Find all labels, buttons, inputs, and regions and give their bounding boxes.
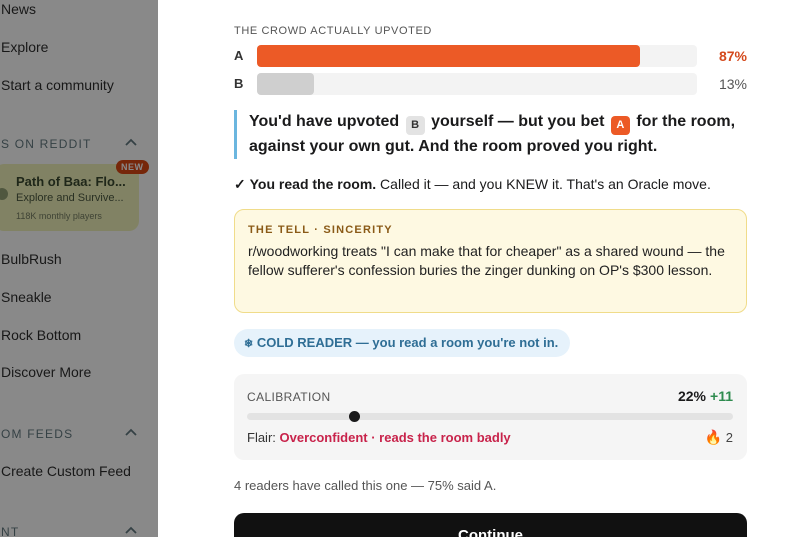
quote-text: You'd have upvoted — [249, 113, 400, 130]
cold-reader-badge: ❄ COLD READER — you read a room you're n… — [234, 329, 571, 357]
vote-bar-track — [257, 73, 697, 95]
option-letter: A — [234, 48, 244, 63]
continue-button[interactable]: Continue — [234, 513, 747, 537]
verdict-text: Called it — and you KNEW it. That's an O… — [376, 176, 711, 192]
flair-value: Overconfident · reads the room badly — [279, 430, 511, 445]
quote-text: yourself — but you bet — [431, 113, 605, 130]
cold-reader-text: COLD READER — you read a room you're not… — [256, 335, 559, 350]
crowd-label: THE CROWD ACTUALLY UPVOTED — [234, 25, 432, 37]
calibration-marker — [348, 411, 360, 422]
calibration-percent: 22% — [677, 388, 707, 404]
flair-prefix: Flair: — [247, 430, 280, 445]
flair-line: Flair: Overconfident · reads the room ba… — [247, 430, 511, 445]
verdict-bold: You read the room. — [249, 176, 377, 192]
tell-card: THE TELL · SINCERITY r/woodworking treat… — [234, 209, 747, 313]
vote-bar-b: B 13% — [234, 73, 747, 95]
tell-body: r/woodworking treats "I can make that fo… — [248, 243, 725, 278]
vote-percent: 13% — [718, 76, 747, 92]
vote-percent: 87% — [718, 48, 747, 64]
modal-backdrop[interactable] — [0, 0, 158, 537]
verdict-line: ✓ You read the room. Called it — and you… — [234, 175, 754, 193]
streak-count: 2 — [725, 430, 733, 445]
readers-note: 4 readers have called this one — 75% sai… — [234, 478, 497, 493]
tell-heading: THE TELL · SINCERITY — [248, 224, 393, 236]
vote-bar-track — [257, 45, 697, 67]
snowflake-icon: ❄ — [244, 338, 254, 350]
vote-bar-a: A 87% — [234, 45, 747, 67]
result-panel: THE CROWD ACTUALLY UPVOTED A 87% B 13% Y… — [158, 0, 806, 537]
vote-bar-fill — [257, 73, 315, 95]
calibration-label: CALIBRATION — [247, 390, 331, 404]
fire-icon: 🔥 — [704, 429, 723, 445]
option-chip-b: B — [405, 116, 425, 135]
streak-counter: 🔥 2 — [705, 429, 733, 446]
vote-bar-fill — [257, 45, 640, 67]
calibration-score: 22% +11 — [678, 388, 733, 404]
calibration-card: CALIBRATION 22% +11 Flair: Overconfident … — [234, 374, 747, 460]
calibration-delta: +11 — [710, 388, 733, 404]
option-letter: B — [234, 76, 244, 91]
check-icon: ✓ — [234, 176, 246, 192]
option-chip-a: A — [610, 116, 630, 135]
calibration-track — [247, 411, 733, 422]
outcome-quote: You'd have upvoted B yourself — but you … — [234, 110, 747, 159]
